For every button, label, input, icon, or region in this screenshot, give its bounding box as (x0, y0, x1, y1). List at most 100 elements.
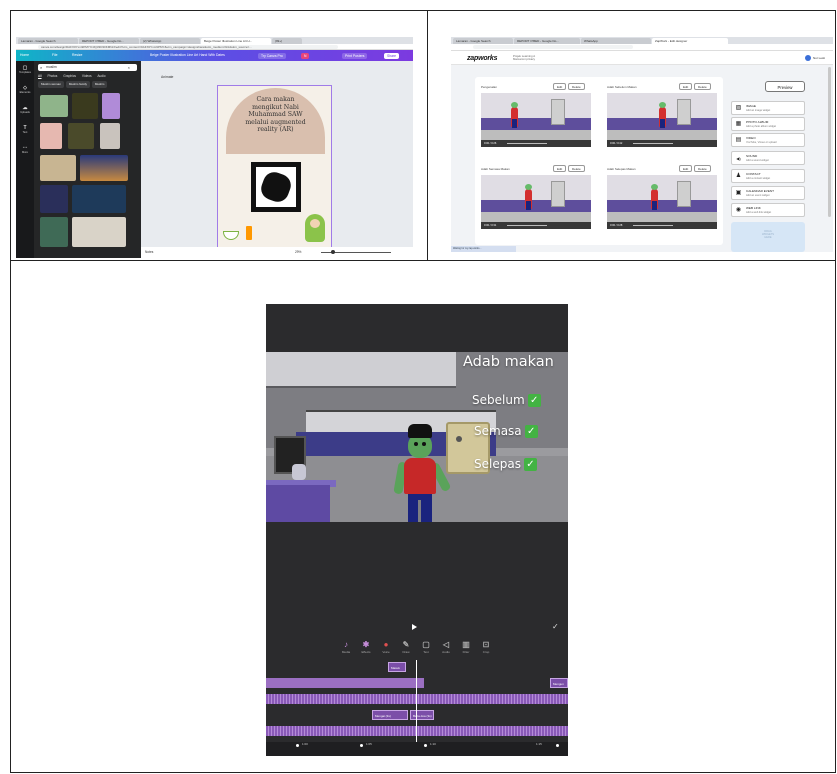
video-controls[interactable]: 0:00 / 0:28 (607, 222, 717, 229)
rail-uploads[interactable]: ☁ Uploads (18, 105, 32, 115)
print-button[interactable]: Print Posters (342, 53, 368, 59)
rail-templates[interactable]: ▢ Templates (18, 65, 32, 75)
user-menu[interactable]: Nur Lesti (804, 55, 825, 61)
result-thumb[interactable] (40, 95, 68, 117)
delete-button[interactable]: Delete (694, 83, 711, 90)
avatar[interactable]: N (301, 53, 310, 59)
widget-drop-zone[interactable]: DRAG WIDGETS HERE (731, 222, 805, 252)
video-widget[interactable]: Adab Selepas Makan Edit Delete 0:00 / 0:… (603, 165, 721, 241)
chip[interactable]: Muslim (91, 81, 108, 88)
result-thumb[interactable] (40, 185, 68, 213)
salad-bowl-illustration (223, 231, 239, 240)
video-player[interactable]: 0:00 / 0:42 (607, 93, 717, 147)
ruler-dot (424, 744, 427, 747)
timeline-clip[interactable]: Masuk (388, 662, 406, 672)
album-icon: ▦ (735, 121, 742, 127)
video-widget[interactable]: Adab Semasa Makan Edit Delete 0:00 / 0:3… (477, 165, 595, 241)
notes-button[interactable]: Notes (145, 250, 153, 254)
poster-page[interactable]: Cara makan mengikut Nabi Muhammad SAW me… (217, 85, 332, 248)
result-thumb[interactable] (80, 155, 128, 181)
audio-track[interactable] (266, 694, 568, 704)
tool-crop[interactable]: ⊡ Crop (476, 640, 496, 654)
try-pro-button[interactable]: Try Canva Pro (258, 53, 286, 59)
video-widget[interactable]: Adab Sebelum Makan Edit Delete 0:00 / 0:… (603, 83, 721, 159)
rail-text[interactable]: T Text (18, 125, 32, 135)
clear-icon[interactable]: × (128, 64, 130, 71)
result-thumb[interactable] (102, 93, 120, 119)
video-player[interactable]: 0:00 / 0:28 (607, 175, 717, 229)
done-check-icon[interactable]: ✓ (552, 622, 559, 631)
timeline-track[interactable] (266, 678, 424, 688)
video-widget[interactable]: Pengenalan Edit Delete 0:00 / 0:26 (477, 83, 595, 159)
result-thumb[interactable] (72, 217, 126, 247)
home-button[interactable]: Home (20, 53, 29, 57)
search-input[interactable]: ⌕ muslim × (38, 64, 137, 71)
widget-contact[interactable]: ♟ CONTACT Add a contact widget (731, 169, 805, 183)
rail-elements[interactable]: ◇ Elements (18, 85, 32, 95)
zoom-slider-handle[interactable] (331, 250, 335, 254)
edit-button[interactable]: Edit (553, 165, 567, 172)
canvas-bottom-bar: Notes 29% (141, 247, 413, 258)
timeline-clip[interactable]: Mengun (550, 678, 568, 688)
result-thumb[interactable] (100, 123, 120, 149)
delete-button[interactable]: Delete (568, 83, 585, 90)
video-player[interactable]: 0:00 / 0:31 (481, 175, 591, 229)
video-title: Adab Sebelum Makan (607, 85, 637, 89)
result-thumb[interactable] (72, 185, 126, 213)
widget-sound[interactable]: ◀) SOUND Add a sound widget (731, 151, 805, 165)
tool-filter[interactable]: ▥ Filter (456, 640, 476, 654)
edit-button[interactable]: Edit (553, 83, 567, 90)
rail-more[interactable]: ⋯ More (18, 145, 32, 155)
tab-photos[interactable]: Photos (47, 74, 57, 78)
timeline-clip[interactable]: Baca doa (3s) (410, 710, 434, 720)
url-field[interactable]: canva.com/design/DAFX0Yxm9PMY/C3Q33D30KM… (38, 45, 338, 49)
play-icon[interactable] (412, 624, 417, 630)
animate-button[interactable]: Animate (161, 75, 173, 79)
chip[interactable]: Muslim woman (38, 81, 65, 88)
video-controls[interactable]: 0:00 / 0:31 (481, 222, 591, 229)
result-thumb[interactable] (40, 123, 62, 149)
delete-button[interactable]: Delete (694, 165, 711, 172)
tool-draw[interactable]: ✎ Draw (396, 640, 416, 654)
video-controls[interactable]: 0:00 / 0:26 (481, 140, 591, 147)
scrollbar[interactable] (828, 67, 831, 217)
result-thumb[interactable] (40, 217, 68, 247)
tab-videos[interactable]: Videos (82, 74, 92, 78)
result-thumb[interactable] (40, 155, 76, 181)
url-field[interactable] (473, 45, 633, 49)
result-thumb[interactable] (72, 93, 98, 119)
tab-all[interactable]: All (38, 74, 42, 78)
audio-track[interactable] (266, 726, 568, 736)
widget-video[interactable]: ▤ VIDEO YouTube, Vimeo or upload (731, 133, 805, 147)
tool-text[interactable]: ▢ Text (416, 640, 436, 654)
file-button[interactable]: File (52, 53, 57, 57)
tab-audio[interactable]: Audio (97, 74, 105, 78)
playhead[interactable] (416, 660, 417, 748)
tab-graphics[interactable]: Graphics (63, 74, 76, 78)
edit-button[interactable]: Edit (679, 165, 693, 172)
video-player[interactable]: 0:00 / 0:26 (481, 93, 591, 147)
timeline-clip[interactable]: Mengai (3s) (372, 710, 408, 720)
edit-button[interactable]: Edit (679, 83, 693, 90)
tool-voice[interactable]: ● Voice (376, 640, 396, 654)
preview-button[interactable]: Preview (765, 81, 805, 92)
tool-effects[interactable]: ✱ Effects (356, 640, 376, 654)
result-thumb[interactable] (68, 123, 94, 149)
video-controls[interactable]: 0:00 / 0:42 (607, 140, 717, 147)
chip[interactable]: Muslim family (65, 81, 91, 88)
video-title: Pengenalan (481, 85, 498, 89)
overlay-item: Semasa ✓ (474, 424, 538, 438)
delete-button[interactable]: Delete (568, 165, 585, 172)
pen-icon: ✎ (402, 640, 410, 649)
doc-title[interactable]: Beige Poster Illustration Line Art Hand … (150, 53, 225, 57)
widget-calendar-event[interactable]: ▣ CALENDAR EVENT Add an event widget (731, 186, 805, 200)
tool-audio[interactable]: ◁ Audio (436, 640, 456, 654)
overlay-item: Selepas ✓ (474, 457, 537, 471)
juice-illustration (246, 226, 252, 240)
widget-photo-album[interactable]: ▦ PHOTO ALBUM Add a photo album widget (731, 117, 805, 131)
tool-media[interactable]: ♪ Media (336, 640, 356, 654)
widget-image[interactable]: ▨ IMAGE Add an image widget (731, 101, 805, 115)
resize-button[interactable]: Resize (72, 53, 82, 57)
widget-web-link[interactable]: ◉ WEB LINK Add a web link widget (731, 203, 805, 217)
share-button[interactable]: Share (384, 53, 400, 59)
